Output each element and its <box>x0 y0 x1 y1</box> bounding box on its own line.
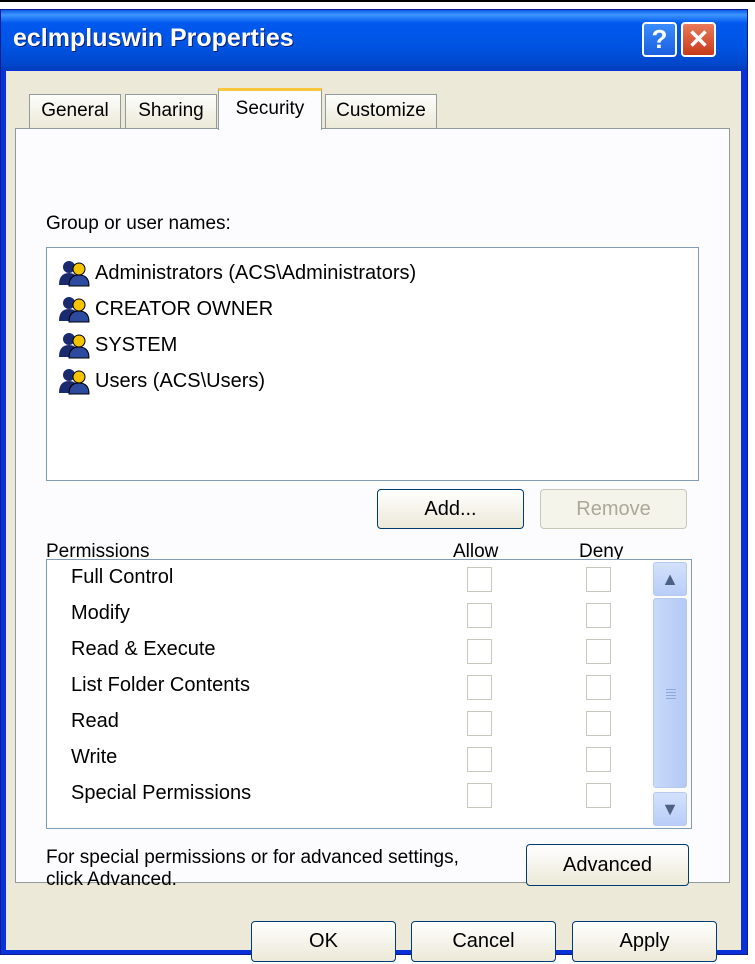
remove-button[interactable]: Remove <box>540 489 687 529</box>
advanced-button[interactable]: Advanced <box>526 844 689 886</box>
apply-button[interactable]: Apply <box>572 921 717 962</box>
permission-name: Write <box>71 746 118 768</box>
deny-checkbox[interactable] <box>586 675 611 700</box>
allow-checkbox[interactable] <box>467 603 492 628</box>
tab-security[interactable]: Security <box>218 88 322 130</box>
users-icon <box>57 259 91 287</box>
chevron-down-icon: ▼ <box>661 799 679 819</box>
allow-checkbox[interactable] <box>467 639 492 664</box>
window-title: eclmpluswin Properties <box>13 24 294 52</box>
permission-name: Modify <box>71 602 130 624</box>
user-name: SYSTEM <box>95 333 178 356</box>
permission-row: Full Control <box>47 562 647 598</box>
help-icon: ? <box>651 24 668 54</box>
ok-button[interactable]: OK <box>251 921 396 962</box>
close-icon: ✕ <box>687 24 710 54</box>
allow-checkbox[interactable] <box>467 747 492 772</box>
properties-window: eclmpluswin Properties ? ✕ General Shari… <box>0 9 748 962</box>
scroll-thumb[interactable] <box>653 598 687 788</box>
scroll-down-button[interactable]: ▼ <box>653 792 687 826</box>
advanced-hint-line2: click Advanced. <box>46 869 177 890</box>
list-item[interactable]: CREATOR OWNER <box>57 294 273 324</box>
permissions-list[interactable]: Full Control Modify Read & Execute List … <box>46 559 692 829</box>
group-or-user-label: Group or user names: <box>46 213 231 234</box>
allow-checkbox[interactable] <box>467 675 492 700</box>
users-icon <box>57 295 91 323</box>
add-button[interactable]: Add... <box>377 489 524 529</box>
allow-checkbox[interactable] <box>467 783 492 808</box>
help-button[interactable]: ? <box>642 22 677 57</box>
permission-row: Read & Execute <box>47 634 647 670</box>
advanced-hint-line1: For special permissions or for advanced … <box>46 847 459 868</box>
dialog-client: General Sharing Security Customize Group… <box>6 71 741 962</box>
list-item[interactable]: Users (ACS\Users) <box>57 366 265 396</box>
permission-name: Read <box>71 710 119 732</box>
chevron-up-icon: ▲ <box>661 569 679 589</box>
tab-customize[interactable]: Customize <box>325 94 437 128</box>
deny-checkbox[interactable] <box>586 639 611 664</box>
permission-name: Special Permissions <box>71 782 252 804</box>
deny-checkbox[interactable] <box>586 783 611 808</box>
list-item[interactable]: SYSTEM <box>57 330 177 360</box>
tab-sharing[interactable]: Sharing <box>125 94 217 128</box>
scroll-up-button[interactable]: ▲ <box>653 562 687 596</box>
security-panel: Group or user names: Administrators (ACS… <box>15 128 730 890</box>
deny-checkbox[interactable] <box>586 711 611 736</box>
deny-checkbox[interactable] <box>586 567 611 592</box>
permission-row: Modify <box>47 598 647 634</box>
list-item[interactable]: Administrators (ACS\Administrators) <box>57 258 416 288</box>
permission-row: List Folder Contents <box>47 670 647 706</box>
allow-checkbox[interactable] <box>467 711 492 736</box>
user-name: CREATOR OWNER <box>95 297 274 320</box>
permission-name: Read & Execute <box>71 638 216 660</box>
tab-general[interactable]: General <box>29 94 121 128</box>
users-icon <box>57 331 91 359</box>
permission-row: Write <box>47 742 647 778</box>
permission-row: Special Permissions <box>47 778 647 814</box>
user-list[interactable]: Administrators (ACS\Administrators) CREA… <box>46 247 699 481</box>
user-name: Administrators (ACS\Administrators) <box>95 261 417 284</box>
permission-name: Full Control <box>71 566 174 588</box>
permission-name: List Folder Contents <box>71 674 250 696</box>
close-button[interactable]: ✕ <box>681 22 716 57</box>
permissions-scrollbar[interactable]: ▲ ▼ <box>651 560 691 828</box>
deny-checkbox[interactable] <box>586 747 611 772</box>
user-name: Users (ACS\Users) <box>95 369 266 392</box>
top-edge <box>0 0 755 9</box>
users-icon <box>57 367 91 395</box>
allow-checkbox[interactable] <box>467 567 492 592</box>
deny-checkbox[interactable] <box>586 603 611 628</box>
cancel-button[interactable]: Cancel <box>411 921 556 962</box>
title-bar[interactable]: eclmpluswin Properties ? ✕ <box>1 10 747 70</box>
permission-row: Read <box>47 706 647 742</box>
